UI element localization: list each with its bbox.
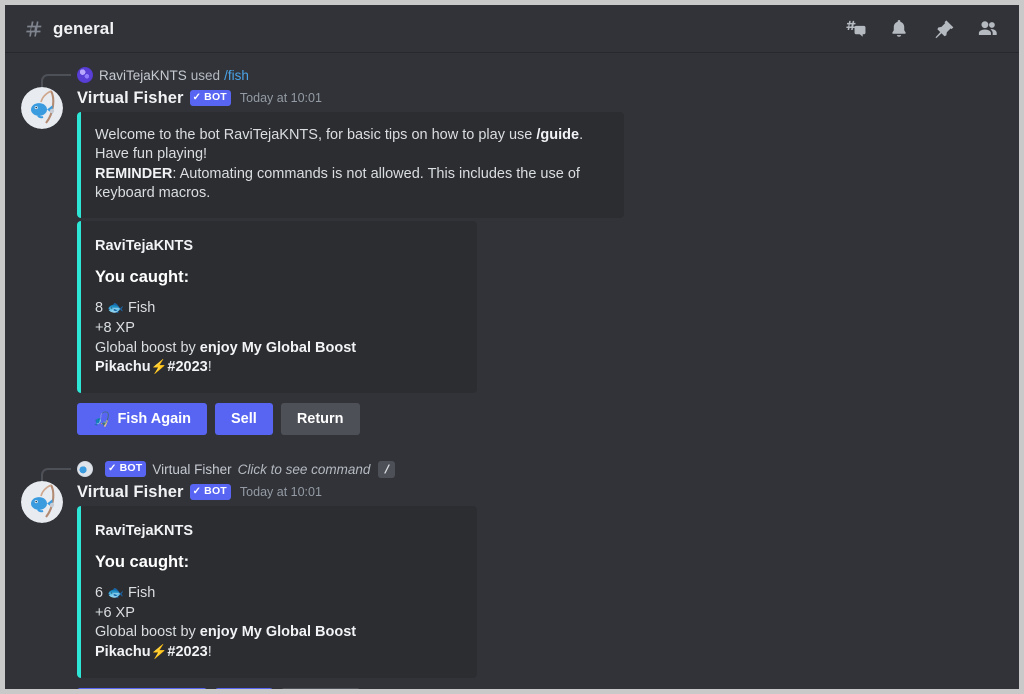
catch-embed-title: You caught: (95, 553, 190, 571)
boost-suffix: ! (207, 644, 212, 661)
bot-avatar[interactable] (21, 481, 63, 523)
bot-badge-label: BOT (204, 90, 227, 103)
catch-embed: RaviTejaKNTS You caught: 6 🐟 Fish +6 XP … (77, 506, 477, 678)
channel-header: general (5, 5, 1019, 53)
reply-spine-decoration (41, 468, 71, 481)
verified-check-icon: ✓ (192, 485, 202, 497)
boost-tag: #2023 (167, 644, 208, 661)
catch-embed-author: RaviTejaKNTS (95, 238, 194, 255)
catch-embed-description: 8 🐟 Fish +8 XP Global boost by enjoy My … (95, 299, 461, 378)
message-timestamp: Today at 10:01 (239, 485, 322, 499)
bot-badge: ✓ BOT (105, 461, 147, 477)
lightning-icon: ⚡ (150, 644, 168, 660)
return-label: Return (296, 410, 344, 427)
catch-embed-description: 6 🐟 Fish +6 XP Global boost by enjoy My … (95, 584, 461, 663)
reference-username[interactable]: Virtual Fisher (152, 462, 231, 477)
bot-badge-label: BOT (119, 461, 143, 474)
fish-label: Fish (127, 585, 156, 601)
members-icon[interactable] (975, 17, 999, 41)
action-button-row: 🎣 Fish Again Sell Return (77, 687, 1003, 689)
reference-action-text: used (190, 67, 221, 83)
header-icon-group (843, 17, 1005, 41)
channel-name: general (53, 18, 115, 38)
fish-label: Fish (127, 300, 156, 317)
bell-icon[interactable] (887, 17, 911, 41)
fish-count: 6 (95, 585, 104, 601)
command-reference[interactable]: RaviTejaKNTS used /fish (41, 65, 1003, 87)
boost-prefix: Global boost by (95, 339, 200, 356)
reference-username[interactable]: RaviTejaKNTS (99, 68, 187, 83)
verified-check-icon: ✓ (108, 462, 117, 474)
welcome-line1-pre: Welcome to the bot RaviTejaKNTS, for bas… (95, 127, 537, 143)
welcome-embed: Welcome to the bot RaviTejaKNTS, for bas… (77, 112, 624, 219)
return-button[interactable]: Return (280, 687, 360, 689)
fish-icon: 🐟 (107, 300, 124, 316)
discord-app-window: general RaviTejaKNTS used /fish Virtual … (0, 0, 1024, 694)
boost-tag: #2023 (167, 359, 208, 376)
sell-button[interactable]: Sell (215, 403, 273, 435)
bot-avatar[interactable] (21, 87, 63, 129)
message-author-line: Virtual Fisher ✓ BOT Today at 10:01 (77, 481, 1003, 503)
xp-gain: +8 XP (95, 319, 135, 336)
lightning-icon: ⚡ (150, 359, 168, 375)
threads-icon[interactable] (843, 17, 867, 41)
fish-count: 8 (95, 300, 104, 317)
boost-prefix: Global boost by (95, 624, 200, 641)
pin-icon[interactable] (931, 17, 955, 41)
return-button[interactable]: Return (280, 403, 360, 435)
reminder-label: REMINDER (95, 165, 173, 182)
message-group: RaviTejaKNTS used /fish Virtual Fisher ✓… (5, 63, 1019, 435)
bot-badge: ✓ BOT (189, 484, 231, 500)
verified-check-icon: ✓ (192, 91, 202, 103)
bot-badge: ✓ BOT (189, 90, 231, 106)
guide-command: /guide (536, 127, 580, 143)
fish-icon: 🐟 (107, 585, 124, 600)
catch-embed-author: RaviTejaKNTS (95, 523, 194, 539)
hash-icon (21, 17, 45, 41)
catch-embed-title: You caught: (95, 268, 190, 287)
sell-button[interactable]: Sell (215, 687, 273, 689)
catch-embed: RaviTejaKNTS You caught: 8 🐟 Fish +8 XP … (77, 221, 477, 393)
author-name[interactable]: Virtual Fisher (77, 483, 184, 502)
command-reference[interactable]: ✓ BOT Virtual Fisher Click to see command (41, 459, 1003, 481)
fish-again-button[interactable]: 🎣 Fish Again (77, 687, 208, 689)
bot-badge-label: BOT (204, 484, 227, 497)
fish-again-button[interactable]: 🎣 Fish Again (77, 403, 208, 435)
boost-suffix: ! (207, 359, 212, 376)
message-author-line: Virtual Fisher ✓ BOT Today at 10:01 (77, 87, 1003, 109)
message-group: ✓ BOT Virtual Fisher Click to see command (5, 457, 1019, 689)
xp-gain: +6 XP (95, 604, 135, 621)
message-list[interactable]: RaviTejaKNTS used /fish Virtual Fisher ✓… (5, 53, 1019, 689)
reply-spine-decoration (41, 74, 71, 87)
sell-label: Sell (231, 410, 257, 427)
fishing-rod-icon: 🎣 (93, 411, 111, 427)
message-timestamp: Today at 10:01 (239, 91, 322, 105)
user-avatar-small (77, 67, 93, 83)
author-name[interactable]: Virtual Fisher (77, 89, 184, 108)
slash-command-icon[interactable] (378, 460, 396, 478)
welcome-embed-body: Welcome to the bot RaviTejaKNTS, for bas… (95, 126, 608, 203)
fish-again-label: Fish Again (117, 410, 192, 427)
action-button-row: 🎣 Fish Again Sell Return (77, 403, 1003, 435)
reference-hint-text: Click to see command (237, 461, 371, 477)
reference-command[interactable]: /fish (224, 68, 249, 83)
bot-avatar-small (77, 461, 93, 477)
